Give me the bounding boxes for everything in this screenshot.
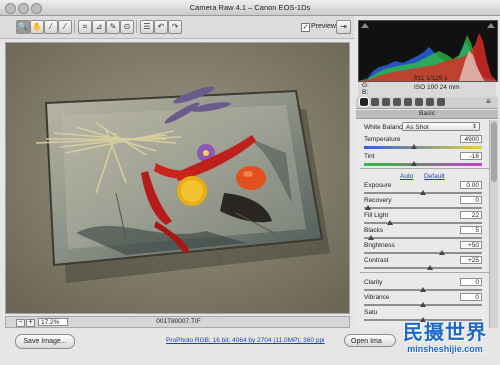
fill-light-value-field[interactable]: 22 (460, 211, 482, 219)
auto-link[interactable]: Auto (400, 173, 413, 180)
temperature-slider-track[interactable] (364, 146, 482, 149)
contrast-slider-thumb[interactable] (427, 265, 434, 270)
panel-scrollbar[interactable] (489, 120, 498, 328)
panel-menu-icon[interactable]: ≡ (486, 97, 491, 106)
image-preview[interactable] (5, 42, 350, 314)
basic-panel: White Balance: As Shot ⇕ Temperature 4900… (356, 119, 498, 329)
watermark: 民摄世界 minsheshijie.com (390, 316, 500, 365)
fullscreen-icon[interactable]: ⇥ (336, 20, 351, 34)
watermark-text: 民摄世界 (403, 322, 487, 344)
brightness-slider-track[interactable] (364, 252, 482, 254)
contrast-value-field[interactable]: +25 (460, 256, 482, 264)
open-image-button[interactable]: Open Ima (344, 334, 396, 347)
preview-checkbox[interactable]: ✓ (301, 23, 310, 32)
exposure-slider-thumb[interactable] (420, 190, 426, 195)
blacks-slider-thumb[interactable] (368, 235, 375, 240)
panel-tabs: ≡ (356, 97, 498, 109)
exposure-label: Exposure (364, 182, 392, 189)
exif-iso-lens: ISO 100 24 mm (414, 84, 460, 91)
recovery-slider-track[interactable] (364, 207, 482, 209)
filename-label: 001T80007.TIF (156, 318, 201, 325)
hand-icon[interactable]: ✋ (30, 20, 44, 34)
tab-presets[interactable] (437, 98, 445, 106)
toolbar-divider (74, 20, 75, 33)
brightness-slider-thumb[interactable] (438, 250, 445, 255)
tab-hsl-grayscale[interactable] (393, 98, 401, 106)
workflow-options-link[interactable]: ProPhoto RGB; 16 bit; 4064 by 2704 (11.0… (166, 337, 325, 344)
preferences-icon[interactable]: ☰ (140, 20, 154, 34)
crop-icon[interactable]: ⌗ (78, 20, 92, 34)
tab-camera-calibration[interactable] (426, 98, 434, 106)
clarity-label: Clarity (364, 279, 383, 286)
contrast-label: Contrast (364, 257, 389, 264)
highlight-clipping-warning-icon[interactable] (487, 23, 495, 28)
rotate-left-icon[interactable]: ↶ (154, 20, 168, 34)
tint-label: Tint (364, 153, 375, 160)
rgb-readout: R: G: B: (362, 75, 369, 96)
tint-slider-track[interactable] (364, 163, 482, 166)
shadow-clipping-warning-icon[interactable] (361, 23, 369, 28)
brightness-value-field[interactable]: +50 (460, 241, 482, 249)
vibrance-slider-thumb[interactable] (420, 302, 426, 307)
recovery-label: Recovery (364, 197, 392, 204)
title-bar: Camera Raw 4.1 – Canon EOS-1Ds (0, 0, 500, 16)
white-balance-value: As Shot (406, 124, 429, 131)
rotate-right-icon[interactable]: ↷ (168, 20, 182, 34)
panel-title: Basic (356, 110, 498, 119)
panel-scrollbar-thumb[interactable] (491, 122, 497, 182)
toolbar-divider (136, 20, 137, 33)
preview-status-bar: − + 17.2% 001T80007.TIF (5, 316, 350, 328)
blacks-value-field[interactable]: 5 (460, 226, 482, 234)
blacks-slider-track[interactable] (364, 237, 482, 239)
brightness-label: Brightness (364, 242, 395, 249)
white-balance-icon[interactable]: ⁄ (44, 20, 58, 34)
white-balance-select[interactable]: As Shot ⇕ (402, 122, 480, 131)
tint-slider-row: Tint -16 (364, 152, 482, 177)
vibrance-label: Vibrance (364, 294, 390, 301)
contrast-slider-track[interactable] (364, 267, 482, 269)
tint-value-field[interactable]: -16 (460, 152, 482, 160)
red-readout-label: R: (362, 75, 369, 82)
save-image-button[interactable]: Save Image... (15, 334, 75, 349)
green-readout-label: G: (362, 82, 369, 89)
window-title: Camera Raw 4.1 – Canon EOS-1Ds (189, 3, 311, 12)
clarity-slider-thumb[interactable] (420, 287, 426, 292)
tab-basic[interactable] (359, 97, 369, 107)
fill-light-label: Fill Light (364, 212, 389, 219)
temperature-value-field[interactable]: 4900 (460, 135, 482, 143)
temperature-slider-thumb[interactable] (410, 144, 417, 149)
zoom-icon[interactable]: 🔍 (16, 20, 30, 34)
watermark-url: minsheshijie.com (407, 344, 483, 354)
tab-detail[interactable] (382, 98, 390, 106)
satu-label: Satu (364, 309, 378, 316)
tab-split-toning[interactable] (404, 98, 412, 106)
fill-light-slider-track[interactable] (364, 222, 482, 224)
toolbar: 🔍 ✋ ⁄ ⁄ ⌗ ⊿ ✎ ⊙ ☰ ↶ ↷ ✓ Preview ⇥ (0, 16, 354, 39)
photo-preview-image (6, 43, 349, 313)
retouch-icon[interactable]: ✎ (106, 20, 120, 34)
histogram-graph (359, 33, 497, 81)
color-sampler-icon[interactable]: ⁄ (58, 20, 72, 34)
exif-aperture-shutter: f/11 1/125 s (414, 75, 448, 82)
vibrance-value-field[interactable]: 0 (460, 293, 482, 301)
default-link[interactable]: Default (424, 173, 445, 180)
temperature-label: Temperature (364, 136, 401, 143)
chevron-down-icon: ⇕ (471, 124, 477, 130)
panel-divider (360, 168, 492, 169)
preview-label: Preview (311, 23, 336, 30)
fill-light-slider-thumb[interactable] (386, 220, 393, 225)
tab-tone-curve[interactable] (371, 98, 379, 106)
tint-slider-thumb[interactable] (410, 161, 417, 166)
blacks-label: Blacks (364, 227, 384, 234)
exposure-value-field[interactable]: 0.00 (460, 181, 482, 189)
panel-divider (360, 272, 492, 273)
clarity-value-field[interactable]: 0 (460, 278, 482, 286)
recovery-slider-thumb[interactable] (364, 205, 371, 210)
tab-lens-corrections[interactable] (415, 98, 423, 106)
histogram (358, 20, 498, 82)
blue-readout-label: B: (362, 89, 369, 96)
recovery-value-field[interactable]: 0 (460, 196, 482, 204)
straighten-icon[interactable]: ⊿ (92, 20, 106, 34)
red-eye-icon[interactable]: ⊙ (120, 20, 134, 34)
